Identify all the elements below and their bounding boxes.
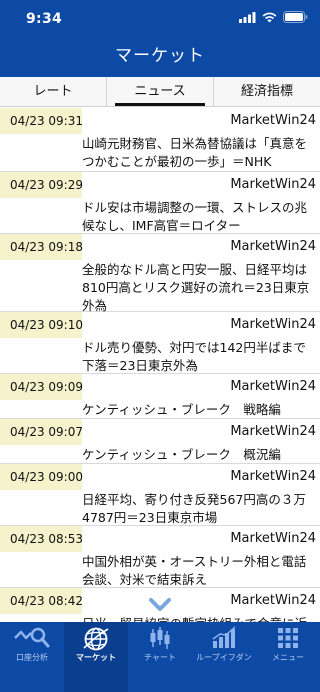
news-source: MarketWin24: [230, 424, 316, 439]
tabbar-label: 口座分析: [16, 653, 48, 662]
tabbar-item-chart[interactable]: チャート: [128, 622, 192, 692]
account-analysis-icon: [14, 627, 50, 648]
news-item[interactable]: 04/23 09:00 MarketWin24 日経平均、寄り付き反発567円高…: [0, 464, 320, 526]
news-source: MarketWin24: [230, 469, 316, 484]
bottom-tab-bar: 口座分析 マーケット チャート ループイフダン メニュー: [0, 622, 320, 692]
news-date: 04/23 09:00: [0, 464, 83, 490]
news-source: MarketWin24: [230, 593, 316, 608]
news-date: 04/23 09:07: [0, 419, 83, 445]
battery-icon: [283, 11, 308, 23]
grid-menu-icon: [278, 628, 298, 648]
tabbar-label: ループイフダン: [196, 653, 252, 662]
tab-rate[interactable]: レート: [0, 77, 107, 106]
news-source: MarketWin24: [230, 317, 316, 332]
news-date: 04/23 08:53: [0, 526, 83, 552]
app-header: 9:34 マーケット: [0, 0, 320, 77]
status-icons: [239, 11, 308, 23]
tabbar-item-market[interactable]: マーケット: [64, 622, 128, 692]
bar-chart-icon: [212, 626, 236, 648]
news-item[interactable]: 04/23 09:18 MarketWin24 全般的なドル高と円安一服、日経平…: [0, 234, 320, 313]
tab-news[interactable]: ニュース: [107, 77, 214, 106]
tab-economic-indicators[interactable]: 経済指標: [214, 77, 320, 106]
status-time: 9:34: [26, 11, 63, 27]
chevron-down-icon[interactable]: [149, 597, 171, 613]
page-title: マーケット: [115, 46, 205, 66]
news-date: 04/23 09:18: [0, 234, 83, 260]
news-item[interactable]: 04/23 09:09 MarketWin24 ケンティッシュ・ブレーク 戦略編: [0, 374, 320, 419]
globe-icon: [83, 627, 109, 651]
tabbar-label: マーケット: [76, 653, 116, 662]
news-date: 04/23 08:42: [0, 588, 83, 614]
tabbar-item-account-analysis[interactable]: 口座分析: [0, 622, 64, 692]
news-date: 04/23 09:09: [0, 374, 83, 400]
news-list[interactable]: 04/23 09:31 MarketWin24 山崎元財務官、日米為替協議は「真…: [0, 108, 320, 622]
news-date: 04/23 09:10: [0, 312, 83, 338]
tabbar-item-menu[interactable]: メニュー: [256, 622, 320, 692]
news-source: MarketWin24: [230, 113, 316, 128]
news-source: MarketWin24: [230, 379, 316, 394]
news-item[interactable]: 04/23 09:31 MarketWin24 山崎元財務官、日米為替協議は「真…: [0, 108, 320, 172]
news-source: MarketWin24: [230, 531, 316, 546]
news-date: 04/23 09:31: [0, 108, 83, 134]
news-date: 04/23 09:29: [0, 172, 83, 198]
candlestick-icon: [150, 627, 170, 649]
news-headline: 日米、貿易協定の暫定枠組みで合意に近: [82, 614, 320, 622]
news-item[interactable]: 04/23 09:10 MarketWin24 ドル売り優勢、対円では142円半…: [0, 312, 320, 374]
news-item[interactable]: 04/23 09:29 MarketWin24 ドル安は市場調整の一環、ストレス…: [0, 172, 320, 234]
news-source: MarketWin24: [230, 177, 316, 192]
tabbar-item-loop-ifdone[interactable]: ループイフダン: [192, 622, 256, 692]
news-item[interactable]: 04/23 08:53 MarketWin24 中国外相が英・オーストリー外相と…: [0, 526, 320, 588]
news-headline: 山崎元財務官、日米為替協議は「真意をつかむことが最初の一歩」＝NHK: [82, 136, 308, 169]
signal-icon: [239, 11, 256, 23]
segment-tabs: レート ニュース 経済指標: [0, 77, 320, 107]
wifi-icon: [262, 12, 277, 22]
news-item[interactable]: 04/23 09:07 MarketWin24 ケンティッシュ・ブレーク 概況編: [0, 419, 320, 464]
tabbar-label: チャート: [144, 653, 176, 662]
news-source: MarketWin24: [230, 239, 316, 254]
tabbar-label: メニュー: [272, 653, 304, 662]
